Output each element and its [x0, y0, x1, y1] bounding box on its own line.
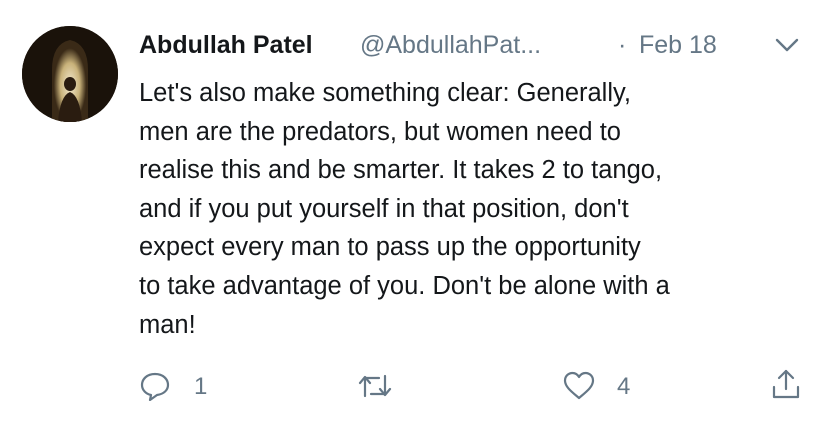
share-button[interactable] [769, 365, 809, 409]
tweet-actions: 1 4 [0, 365, 828, 409]
tweet-text: Let's also make something clear: General… [139, 79, 670, 339]
reply-icon [140, 372, 170, 401]
tweet[interactable]: Abdullah Patel @AbdullahPat... · Feb 18 … [0, 0, 828, 443]
tweet-date[interactable]: Feb 18 [639, 31, 717, 60]
heart-icon [563, 371, 595, 400]
retweet-button[interactable] [357, 365, 457, 409]
share-icon [772, 369, 800, 399]
chevron-down-icon[interactable] [774, 36, 800, 54]
separator-dot: · [618, 31, 627, 59]
retweet-icon [358, 374, 392, 398]
like-count: 4 [617, 373, 631, 400]
tweet-header: Abdullah Patel @AbdullahPat... · Feb 18 [139, 26, 815, 66]
like-button[interactable]: 4 [562, 365, 662, 409]
author-name[interactable]: Abdullah Patel [139, 31, 313, 60]
avatar[interactable] [22, 26, 118, 122]
author-handle[interactable]: @AbdullahPat... [360, 31, 541, 60]
reply-count: 1 [194, 373, 208, 400]
reply-button[interactable]: 1 [139, 365, 239, 409]
